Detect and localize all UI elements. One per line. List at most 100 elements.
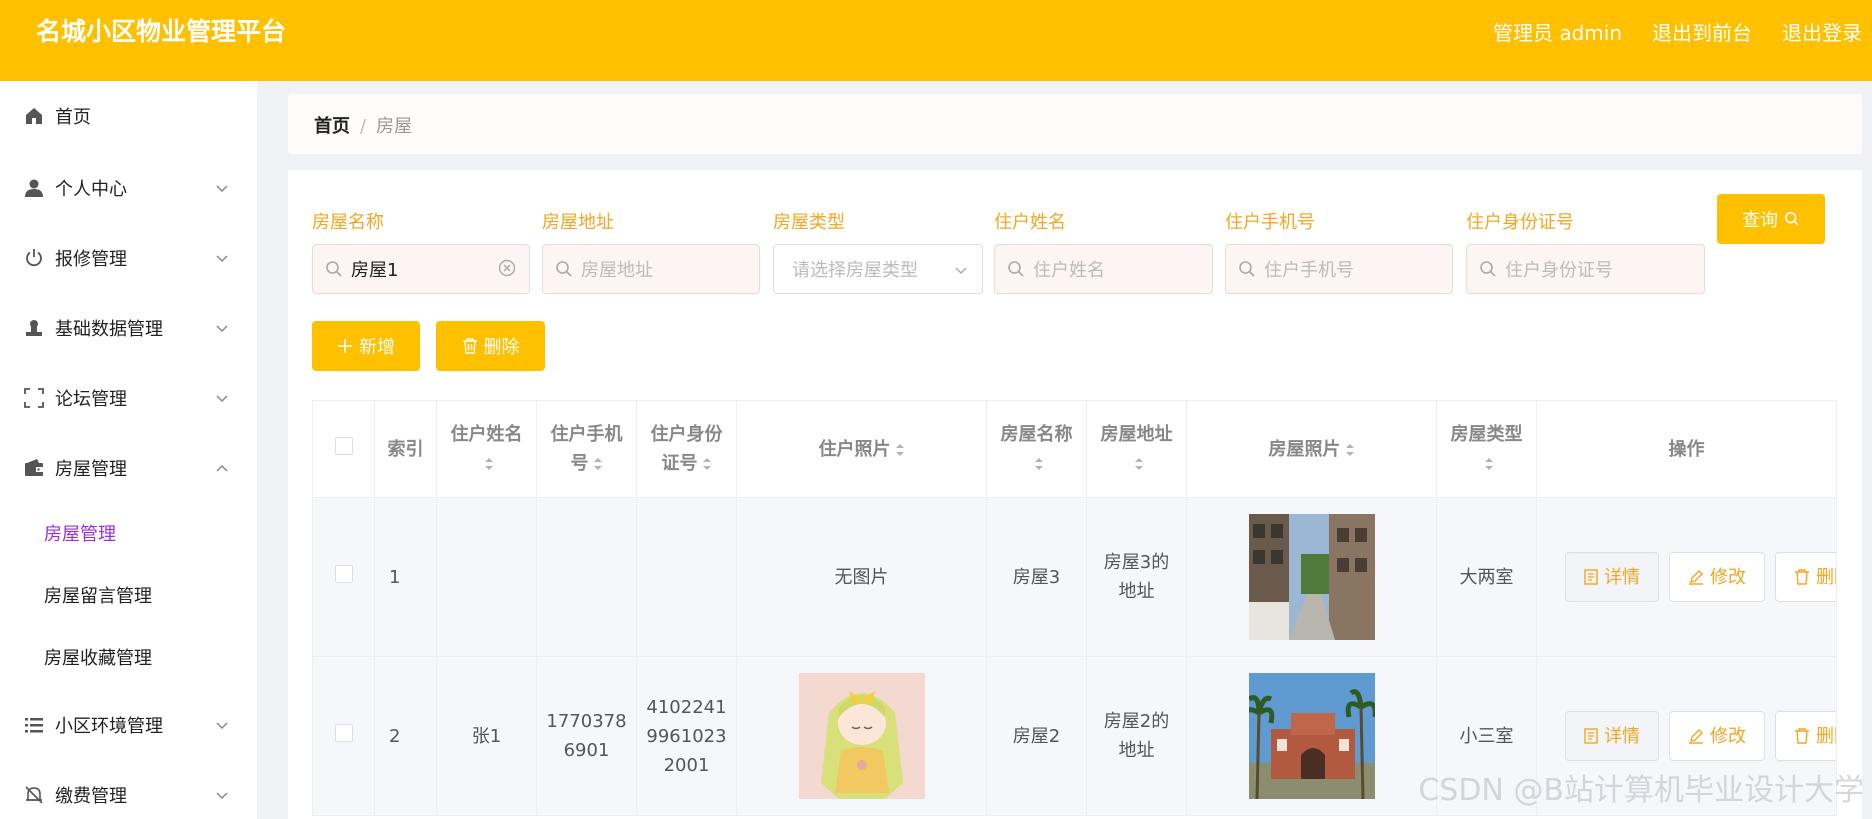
trash-icon xyxy=(462,338,477,354)
search-button-label: 查询 xyxy=(1742,210,1778,231)
edit-button-label: 修改 xyxy=(1710,725,1746,747)
row-select-cell[interactable] xyxy=(312,497,375,657)
add-button[interactable]: 新增 xyxy=(312,321,420,371)
detail-button-label: 详情 xyxy=(1604,566,1640,588)
wallet-icon xyxy=(24,458,44,478)
chevron-up-icon xyxy=(216,464,228,472)
app-title: 名城小区物业管理平台 xyxy=(36,17,287,46)
breadcrumb-home[interactable]: 首页 xyxy=(314,116,350,137)
detail-button[interactable]: 详情 xyxy=(1565,711,1659,761)
house-addr-input[interactable]: 房屋地址 xyxy=(542,244,760,294)
edit-button[interactable]: 修改 xyxy=(1669,711,1765,761)
search-icon xyxy=(556,261,572,277)
sidebar-item-forum[interactable]: 论坛管理 xyxy=(0,368,257,428)
cell-text: 1770378 xyxy=(546,711,627,732)
resident-photo-image[interactable] xyxy=(798,673,925,799)
header-resident-phone[interactable]: 住户手机 号 xyxy=(536,400,637,498)
row-select-cell[interactable] xyxy=(312,656,375,816)
sort-icon[interactable] xyxy=(593,456,603,472)
sort-icon[interactable] xyxy=(1034,456,1044,472)
admin-label: 管理员 admin xyxy=(1492,21,1622,45)
row-delete-button[interactable]: 删除 xyxy=(1775,552,1836,602)
chevron-down-icon xyxy=(216,255,228,263)
sidebar-subitem-house-favorite[interactable]: 房屋收藏管理 xyxy=(0,629,257,685)
chevron-down-icon xyxy=(955,267,967,275)
row-checkbox[interactable] xyxy=(334,564,353,583)
sort-icon[interactable] xyxy=(1134,456,1144,472)
sidebar-item-house[interactable]: 房屋管理 xyxy=(0,438,257,498)
cell-text: 地址 xyxy=(1118,581,1155,602)
resident-phone-input[interactable]: 住户手机号 xyxy=(1225,244,1453,294)
header-house-name[interactable]: 房屋名称 xyxy=(986,400,1087,498)
sort-icon[interactable] xyxy=(1345,442,1355,458)
cell-text: 4102241 xyxy=(646,696,727,718)
filter-label-house-name: 房屋名称 xyxy=(312,212,384,233)
cell-house-name: 房屋3 xyxy=(986,497,1087,657)
cell-house-photo xyxy=(1186,497,1437,657)
sort-icon[interactable] xyxy=(484,456,494,472)
cell-ops: 详情 修改 删除 xyxy=(1536,497,1837,657)
breadcrumb-card: 首页 / 房屋 xyxy=(288,94,1862,154)
row-delete-button[interactable]: 删除 xyxy=(1775,711,1836,761)
sidebar-item-label: 首页 xyxy=(55,107,91,128)
house-table: 索引 住户姓名 住户手机 号 住户身份 证号 住户照片 房屋名称 房屋地址 房屋… xyxy=(312,400,1837,816)
breadcrumb: 首页 / 房屋 xyxy=(314,112,412,138)
select-all-cell[interactable] xyxy=(312,400,375,498)
cell-text: 房屋3的 xyxy=(1103,552,1170,573)
row-checkbox[interactable] xyxy=(334,723,353,742)
header-index: 索引 xyxy=(374,400,437,498)
header-house-type[interactable]: 房屋类型 xyxy=(1436,400,1537,498)
sort-icon[interactable] xyxy=(895,442,905,458)
sidebar-item-home[interactable]: 首页 xyxy=(0,86,257,146)
row-actions: 详情 修改 删除 xyxy=(1537,552,1836,602)
header-house-addr[interactable]: 房屋地址 xyxy=(1086,400,1187,498)
cell-text: 房屋2的 xyxy=(1103,711,1170,732)
header-house-photo[interactable]: 房屋照片 xyxy=(1186,400,1437,498)
delete-button[interactable]: 删除 xyxy=(436,321,545,371)
sidebar-subitem-label: 房屋留言管理 xyxy=(44,586,152,607)
sidebar-item-payment[interactable]: 缴费管理 xyxy=(0,765,257,819)
trash-icon xyxy=(1795,728,1809,744)
house-photo-image[interactable] xyxy=(1248,514,1375,640)
detail-button[interactable]: 详情 xyxy=(1565,552,1659,602)
house-photo-image[interactable] xyxy=(1248,673,1375,799)
sidebar-item-environment[interactable]: 小区环境管理 xyxy=(0,695,257,755)
house-type-select[interactable]: 请选择房屋类型 xyxy=(773,244,983,294)
search-icon xyxy=(1784,211,1799,226)
search-button[interactable]: 查询 xyxy=(1717,194,1825,244)
clear-icon[interactable] xyxy=(497,258,517,278)
sidebar-item-basic-data[interactable]: 基础数据管理 xyxy=(0,298,257,358)
resident-id-input[interactable]: 住户身份证号 xyxy=(1466,244,1705,294)
row-delete-button-label: 删除 xyxy=(1816,725,1836,747)
header-label: 住户姓名 xyxy=(450,424,523,445)
filter-label-resident-name: 住户姓名 xyxy=(994,212,1066,233)
sidebar-item-repair[interactable]: 报修管理 xyxy=(0,228,257,288)
cell-resident-id: 4102241 9961023 2001 xyxy=(636,656,737,816)
cell-resident-id xyxy=(636,497,737,657)
header-resident-name[interactable]: 住户姓名 xyxy=(436,400,537,498)
sidebar-item-profile[interactable]: 个人中心 xyxy=(0,158,257,218)
sort-icon[interactable] xyxy=(702,456,712,472)
logout-link[interactable]: 退出登录 xyxy=(1782,18,1862,48)
resident-name-input[interactable]: 住户姓名 xyxy=(994,244,1213,294)
header-resident-id[interactable]: 住户身份 证号 xyxy=(636,400,737,498)
edit-button[interactable]: 修改 xyxy=(1669,552,1765,602)
breadcrumb-current: 房屋 xyxy=(376,116,413,137)
select-all-checkbox[interactable] xyxy=(334,436,353,455)
sidebar-subitem-house-message[interactable]: 房屋留言管理 xyxy=(0,567,257,623)
sort-icon[interactable] xyxy=(1484,456,1494,472)
document-icon xyxy=(1584,728,1598,744)
cell-resident-phone: 1770378 6901 xyxy=(536,656,637,816)
chevron-down-icon xyxy=(216,722,228,730)
header-resident-photo[interactable]: 住户照片 xyxy=(736,400,987,498)
edit-icon xyxy=(1689,729,1703,744)
exit-to-front-link[interactable]: 退出到前台 xyxy=(1652,18,1752,48)
sidebar-item-label: 缴费管理 xyxy=(55,786,127,807)
header-label: 住户身份 xyxy=(650,424,723,445)
add-button-label: 新增 xyxy=(359,337,395,358)
house-name-input[interactable]: 房屋1 xyxy=(312,244,530,294)
cell-house-addr: 房屋2的 地址 xyxy=(1086,656,1187,816)
top-bar: 名城小区物业管理平台 管理员 admin 退出到前台 退出登录 xyxy=(0,0,1872,81)
breadcrumb-separator: / xyxy=(360,116,367,137)
sidebar-subitem-house-manage[interactable]: 房屋管理 xyxy=(0,505,257,561)
